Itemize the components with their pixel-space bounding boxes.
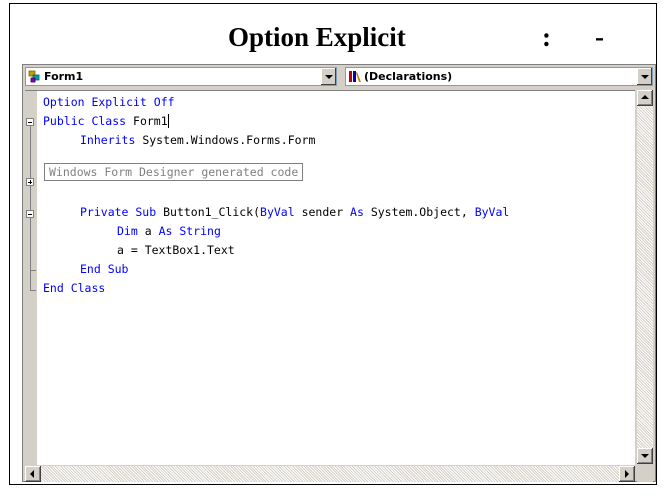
- scroll-up-arrow-icon[interactable]: [637, 90, 653, 106]
- class-name-dropdown[interactable]: Form1: [25, 67, 337, 86]
- collapse-class-icon[interactable]: [26, 118, 34, 126]
- outline-line: [30, 186, 31, 210]
- margin-gutter: [25, 91, 37, 465]
- method-dropdown-chevron-down-icon[interactable]: [636, 68, 652, 85]
- expand-region-icon[interactable]: [26, 178, 34, 186]
- caption-colon: :: [542, 22, 551, 52]
- vertical-scrollbar[interactable]: [637, 90, 653, 464]
- code-line-1: Option Explicit Off: [43, 95, 175, 109]
- region-label: Windows Form Designer generated code: [44, 163, 304, 181]
- method-name-dropdown[interactable]: (Declarations): [345, 67, 653, 86]
- slide-caption: Option Explicit : -: [10, 4, 656, 60]
- code-line-5: Private Sub Button1_Click(ByVal sender A…: [80, 205, 510, 219]
- class-dropdown-chevron-down-icon[interactable]: [320, 68, 336, 85]
- code-line-3: Inherits System.Windows.Forms.Form: [80, 133, 316, 147]
- outline-line: [30, 126, 31, 186]
- code-line-9: End Class: [43, 281, 106, 295]
- horizontal-scrollbar[interactable]: [25, 466, 635, 482]
- code-line-2: Public Class Form1: [43, 114, 169, 128]
- class-name-value: Form1: [44, 70, 84, 83]
- method-name-value: (Declarations): [364, 70, 453, 83]
- declarations-icon: [349, 71, 361, 82]
- outline-tick: [30, 290, 36, 291]
- scroll-down-arrow-icon[interactable]: [637, 448, 653, 464]
- text-cursor: [167, 114, 169, 128]
- scroll-right-arrow-icon[interactable]: [619, 466, 635, 482]
- code-line-8: End Sub: [80, 262, 129, 276]
- code-editor-window: Form1 (Declarations) Option Explicit Off…: [22, 64, 656, 482]
- outline-tick: [30, 270, 36, 271]
- code-line-6: Dim a As String: [117, 224, 221, 238]
- caption-title: Option Explicit: [228, 22, 406, 52]
- code-line-7: a = TextBox1.Text: [117, 243, 235, 257]
- scroll-left-arrow-icon[interactable]: [25, 466, 41, 482]
- caption-dash: -: [595, 22, 604, 52]
- class-icon: [28, 70, 40, 83]
- outline-line: [30, 218, 31, 290]
- code-text-area[interactable]: Option Explicit Off Public Class Form1 I…: [25, 90, 635, 465]
- collapse-sub-icon[interactable]: [26, 210, 34, 218]
- scrollbar-corner: [637, 466, 653, 482]
